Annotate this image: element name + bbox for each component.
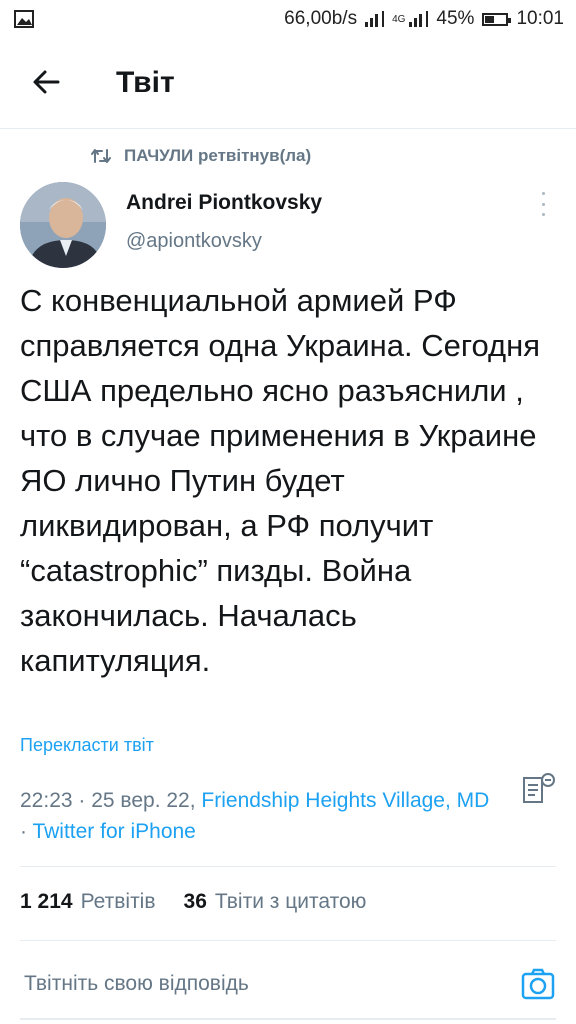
divider xyxy=(20,940,556,941)
tweet-stats[interactable]: 1 214 Ретвітів 36 Твіти з цитатою xyxy=(20,890,366,914)
retweet-context[interactable]: ПАЧУЛИ ретвітнув(ла) xyxy=(90,146,311,166)
signal-icon xyxy=(409,11,429,27)
page-title: Твіт xyxy=(116,66,175,99)
retweets-count: 1 214 xyxy=(20,890,73,913)
reply-underline xyxy=(20,1018,556,1020)
tweet-meta: 22:23 · 25 вер. 22, Friendship Heights V… xyxy=(20,789,490,843)
signal-icon xyxy=(365,11,385,27)
retweets-label: Ретвітів xyxy=(80,890,156,913)
author-handle[interactable]: @apiontkovsky xyxy=(126,230,262,253)
battery-percent: 45% xyxy=(436,8,475,29)
author-name[interactable]: Andrei Piontkovsky xyxy=(126,191,322,215)
analytics-icon[interactable] xyxy=(520,772,556,808)
back-arrow-icon[interactable] xyxy=(28,64,64,100)
tweet-source-link[interactable]: Twitter for iPhone xyxy=(32,820,195,843)
retweet-action: ретвітнув(ла) xyxy=(197,146,312,165)
network-type: 4G xyxy=(392,13,406,25)
camera-icon[interactable] xyxy=(520,966,556,1002)
tweet-date: 25 вер. 22 xyxy=(91,789,190,812)
quotes-label: Твіти з цитатою xyxy=(214,890,367,913)
tweet-location-link[interactable]: Friendship Heights Village, MD xyxy=(201,789,489,812)
image-icon xyxy=(14,10,34,33)
retweet-icon xyxy=(90,147,112,165)
reply-bar: Твітніть свою відповідь xyxy=(0,942,576,1024)
network-speed: 66,00b/s xyxy=(284,8,358,29)
quotes-count: 36 xyxy=(183,890,207,913)
avatar[interactable] xyxy=(20,182,106,268)
tweet-time: 22:23 xyxy=(20,789,73,812)
divider xyxy=(20,866,556,867)
tweet-text: С конвенциальной армией РФ справляется о… xyxy=(20,283,549,678)
clock: 10:01 xyxy=(516,8,564,29)
retweeter-name: ПАЧУЛИ xyxy=(124,146,194,165)
status-bar: 66,00b/s 4G 45% 10:01 xyxy=(0,0,576,40)
reply-input[interactable]: Твітніть свою відповідь xyxy=(24,972,249,996)
translate-tweet-link[interactable]: Перекласти твіт xyxy=(20,735,154,756)
app-header: Твіт xyxy=(0,40,576,129)
more-options-icon[interactable] xyxy=(535,192,551,216)
battery-icon xyxy=(482,12,512,26)
